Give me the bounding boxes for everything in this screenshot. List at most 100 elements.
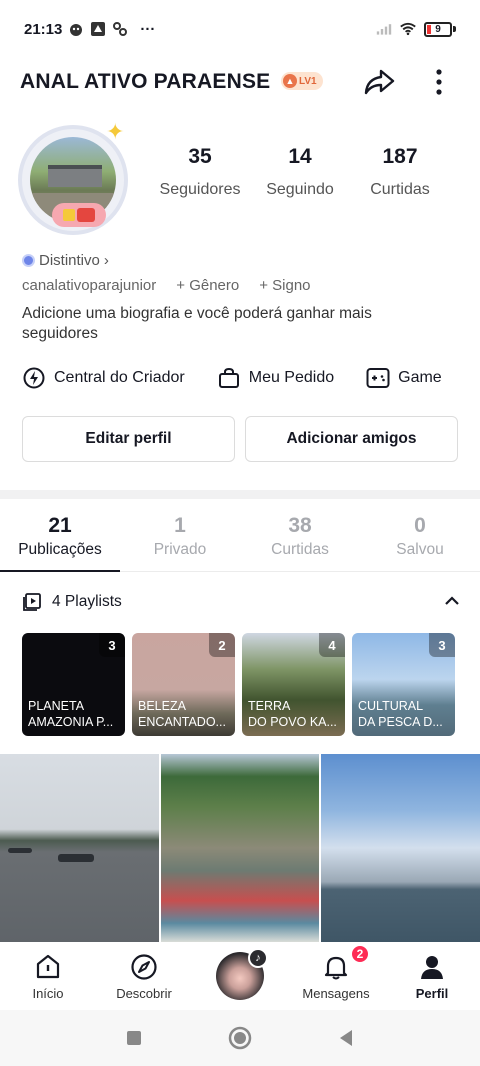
badge-icon: [22, 254, 35, 267]
music-note-icon: ♪: [248, 948, 268, 968]
level-badge[interactable]: ▲ LV1: [281, 72, 323, 90]
nav-label: Mensagens: [302, 985, 370, 1001]
nav-messages[interactable]: 2 Mensagens: [288, 942, 384, 1010]
status-time: 21:13: [24, 20, 63, 38]
share-button[interactable]: [360, 64, 398, 100]
section-divider: [0, 490, 480, 499]
badge-link[interactable]: Distintivo ›: [22, 252, 109, 269]
recent-apps-button[interactable]: [121, 1025, 147, 1051]
tab-count: 0: [414, 514, 426, 537]
nav-profile[interactable]: Perfil: [384, 942, 480, 1010]
tab-private[interactable]: 1 Privado: [120, 508, 240, 571]
status-bar: 21:13 ··· 9: [0, 0, 480, 58]
stat-following[interactable]: 14 Seguindo: [250, 145, 350, 199]
more-options-button[interactable]: [424, 64, 454, 100]
nav-label: Perfil: [415, 985, 449, 1001]
stat-label: Curtidas: [370, 181, 430, 198]
stat-label: Seguidores: [159, 181, 241, 198]
messages-badge: 2: [350, 944, 370, 964]
playlist-video-count: 3: [99, 633, 125, 657]
tab-saved[interactable]: 0 Salvou: [360, 508, 480, 571]
tab-label: Publicações: [18, 541, 102, 558]
username: canalativoparajunior: [22, 277, 157, 294]
home-icon: [33, 952, 63, 982]
stat-value: 187: [382, 145, 418, 168]
nav-label: Descobrir: [116, 985, 172, 1001]
nav-home[interactable]: Início: [0, 942, 96, 1010]
square-icon: [127, 1031, 141, 1045]
person-icon: [417, 952, 447, 982]
profile-stats: 35 Seguidores 14 Seguindo 187 Curtidas: [150, 145, 450, 199]
profile-avatar[interactable]: ✦: [18, 119, 128, 235]
app-notification-icon: [68, 21, 84, 37]
playlist-video-count: 3: [429, 633, 455, 657]
profile-actions: Editar perfil Adicionar amigos: [22, 416, 458, 462]
app-notification-icon-2: [90, 21, 106, 37]
bell-icon: [321, 952, 351, 982]
profile-name: ANAL ATIVO PARAENSE: [20, 70, 270, 93]
app-notification-icon-3: [112, 21, 128, 37]
playlist-title: TERRA DO POVO KA...: [248, 699, 337, 729]
back-triangle-icon: [340, 1030, 352, 1046]
edit-profile-button[interactable]: Editar perfil: [22, 416, 235, 462]
playlists-count-label: 4 Playlists: [52, 593, 122, 610]
battery-level: 9: [435, 23, 441, 35]
add-sign-link[interactable]: + Signo: [259, 277, 310, 294]
battery-icon: 9: [424, 21, 456, 37]
video-thumbnail[interactable]: [160, 754, 320, 942]
game-button[interactable]: Game: [366, 364, 442, 392]
stat-value: 14: [288, 145, 312, 168]
profile-header: ANAL ATIVO PARAENSE ▲ LV1: [0, 58, 480, 106]
home-system-button[interactable]: [227, 1025, 253, 1051]
tab-label: Salvou: [396, 541, 444, 558]
signal-icon: [376, 21, 392, 37]
playlist-title: BELEZA ENCANTADO...: [138, 699, 226, 729]
shortcut-label: Meu Pedido: [248, 369, 335, 386]
tab-likes[interactable]: 38 Curtidas: [240, 508, 360, 571]
nav-label: Início: [32, 985, 64, 1001]
playlist-icon: [22, 592, 42, 612]
my-orders-button[interactable]: Meu Pedido: [217, 364, 334, 392]
system-navigation: [0, 1010, 480, 1066]
add-gender-link[interactable]: + Gênero: [176, 277, 239, 294]
stat-followers[interactable]: 35 Seguidores: [150, 145, 250, 199]
playlist-card[interactable]: 3 CULTURAL DA PESCA D...: [352, 633, 455, 736]
creator-shortcuts: Central do Criador Meu Pedido Game: [22, 364, 462, 392]
playlist-card[interactable]: 3 PLANETA AMAZONIA P...: [22, 633, 125, 736]
lightning-icon: [22, 366, 46, 390]
tab-posts[interactable]: 21 Publicações: [0, 508, 120, 572]
tab-label: Curtidas: [271, 541, 329, 558]
status-more-indicator: ···: [140, 20, 156, 38]
chevron-up-icon[interactable]: [444, 593, 460, 611]
creator-center-button[interactable]: Central do Criador: [22, 364, 185, 392]
nav-create[interactable]: ♪: [192, 942, 288, 1010]
content-tabs: 21 Publicações 1 Privado 38 Curtidas 0 S…: [0, 508, 480, 572]
playlist-card[interactable]: 4 TERRA DO POVO KA...: [242, 633, 345, 736]
stat-value: 35: [188, 145, 212, 168]
gamepad-icon: [366, 366, 390, 390]
playlist-card[interactable]: 2 BELEZA ENCANTADO...: [132, 633, 235, 736]
tab-count: 1: [174, 514, 186, 537]
add-friends-button[interactable]: Adicionar amigos: [245, 416, 458, 462]
tab-label: Privado: [153, 541, 207, 558]
bottom-navigation: Início Descobrir ♪ 2 Mensagens Perfil: [0, 942, 480, 1010]
current-video-avatar[interactable]: ♪: [216, 948, 268, 1000]
avatar-decoration-badge: [52, 203, 106, 227]
level-icon: ▲: [283, 74, 297, 88]
bag-icon: [217, 366, 241, 390]
stat-likes[interactable]: 187 Curtidas: [350, 145, 450, 199]
video-thumbnail[interactable]: [0, 754, 159, 942]
tab-count: 38: [288, 514, 312, 537]
back-button[interactable]: [333, 1025, 359, 1051]
shortcut-label: Game: [398, 369, 442, 386]
share-icon: [364, 69, 395, 95]
profile-meta: canalativoparajunior + Gênero + Signo: [22, 277, 311, 294]
circle-icon: [228, 1026, 252, 1050]
compass-icon: [129, 952, 159, 982]
playlists-header[interactable]: 4 Playlists: [22, 588, 460, 616]
bio-prompt[interactable]: Adicione uma biografia e você poderá gan…: [22, 304, 422, 344]
video-thumbnail[interactable]: [321, 754, 480, 942]
playlist-carousel: 3 PLANETA AMAZONIA P... 2 BELEZA ENCANTA…: [22, 633, 462, 736]
nav-discover[interactable]: Descobrir: [96, 942, 192, 1010]
wifi-icon: [400, 21, 416, 37]
